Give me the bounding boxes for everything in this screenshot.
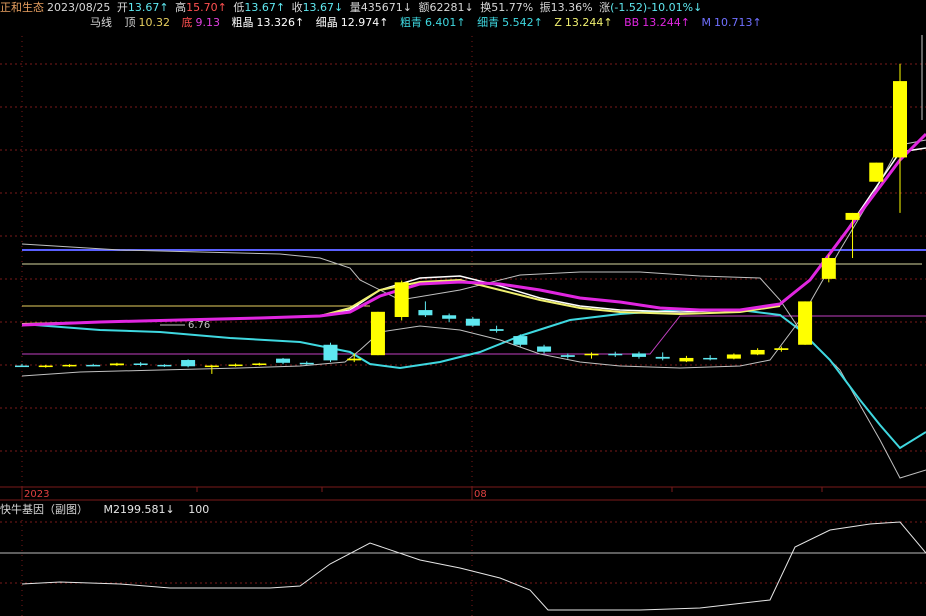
sub-panel-name: 快牛基因（副图） [0,503,88,516]
candle-body [109,363,124,366]
candle-body [181,360,196,367]
time-ticks [21,487,823,500]
candle-body [86,364,101,367]
candle-body [157,364,172,367]
main-grid [0,63,926,452]
candle [394,280,409,321]
candle-body [845,212,860,220]
candle-body [893,81,907,158]
sub-level-value: 100 [188,503,210,516]
candle-body [370,311,385,356]
candle [299,361,314,365]
candle-body [750,349,765,355]
candle [276,357,291,365]
candle [679,355,694,363]
candle [726,353,741,360]
candle [252,362,267,366]
candle [418,301,433,318]
m21-value: 99.581↓ [127,503,175,516]
candle [465,317,480,327]
candle [204,364,219,374]
candle [631,351,646,359]
candle-body [513,336,528,345]
cyan-line [21,309,926,450]
candle-body [560,355,575,357]
candle-body [394,282,409,318]
candle [157,364,172,367]
candle-body [276,358,291,363]
candles [15,63,907,374]
candle [323,342,338,363]
candle-body [821,258,836,279]
year-label: 2023 [24,489,49,500]
low-price-annotation: 6.76 [188,320,210,331]
candle-body [679,357,694,362]
chart-window: 正和生态 2023/08/25 开13.67↑ 高15.70↑ 低13.67↑ 收… [0,0,926,616]
candle-body [204,365,219,368]
candle [513,334,528,347]
candle-body [442,315,457,319]
candle-body [418,310,433,316]
candle [584,352,599,359]
candle-body [465,318,480,326]
candle-body [869,162,884,182]
candle [893,63,907,213]
candle-body [774,348,789,350]
candle-body [299,362,314,365]
candle-body [489,329,504,331]
lower-band-line [21,139,926,377]
candle [798,301,813,345]
candle [86,363,101,367]
candle-body [133,363,148,365]
candle-body [631,353,646,357]
candle [228,363,243,367]
candle [655,352,670,361]
candle [608,351,623,357]
candle [869,162,884,182]
candle [62,364,77,367]
candle-body [655,356,670,359]
candle [442,313,457,323]
candle [750,348,765,356]
candle-body [15,365,29,368]
sub-panel-legend: 快牛基因（副图） M2199.581↓ 100 [0,503,212,516]
candle [181,359,196,368]
candle [703,355,718,361]
candle-body [252,363,267,365]
m21-line [21,521,926,611]
candlestick-chart: 6.76 2023 08 [0,35,926,616]
m21-label: M21 [103,503,128,516]
candle-body [703,357,718,360]
candle-body [584,353,599,356]
candle-body [347,358,362,361]
candle [370,311,385,356]
candle-body [726,354,741,359]
candle-body [608,353,623,356]
candle [489,325,504,333]
candle [821,254,836,283]
candle-body [228,364,243,367]
candle-body [62,364,77,367]
month-label: 08 [474,489,487,500]
time-grid [21,36,473,616]
candle-body [537,346,552,352]
candle-body [38,365,53,368]
candle [845,212,860,259]
candle [133,362,148,367]
candle-body [798,301,813,345]
bb-line [21,132,926,327]
candle-body [323,344,338,361]
candle [537,344,552,354]
